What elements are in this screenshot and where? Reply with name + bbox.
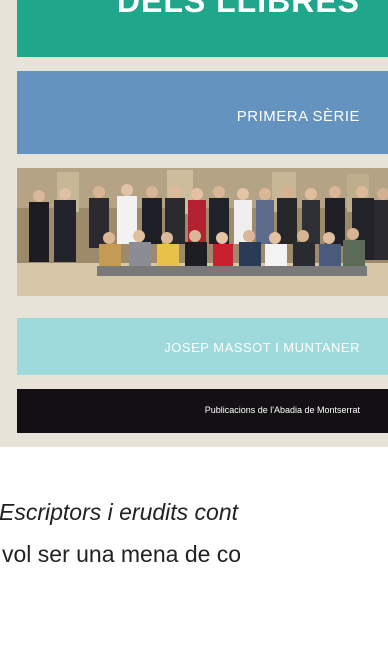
cover-publisher: Publicacions de l'Abadia de Montserrat	[204, 405, 360, 415]
cover-title: DELS LLIBRES	[116, 0, 360, 19]
cover-author: JOSEP MASSOT I MUNTANER	[164, 340, 360, 355]
cover-group-photo	[17, 168, 388, 296]
cover-author-band: JOSEP MASSOT I MUNTANER	[17, 318, 388, 375]
cover-series-band: PRIMERA SÈRIE	[17, 71, 388, 154]
caption-line-2: vol ser una mena de co	[2, 541, 242, 567]
cover-title-band: DELS LLIBRES	[17, 0, 388, 57]
caption-line-1: Escriptors i erudits cont	[0, 499, 239, 525]
book-cover-image: DELS LLIBRES PRIMERA SÈRIE JOSEP MASSOT …	[0, 0, 388, 447]
page: DELS LLIBRES PRIMERA SÈRIE JOSEP MASSOT …	[0, 0, 388, 663]
group-photo-illustration	[17, 168, 388, 296]
cover-publisher-band: Publicacions de l'Abadia de Montserrat	[17, 389, 388, 433]
cover-series: PRIMERA SÈRIE	[236, 108, 360, 125]
